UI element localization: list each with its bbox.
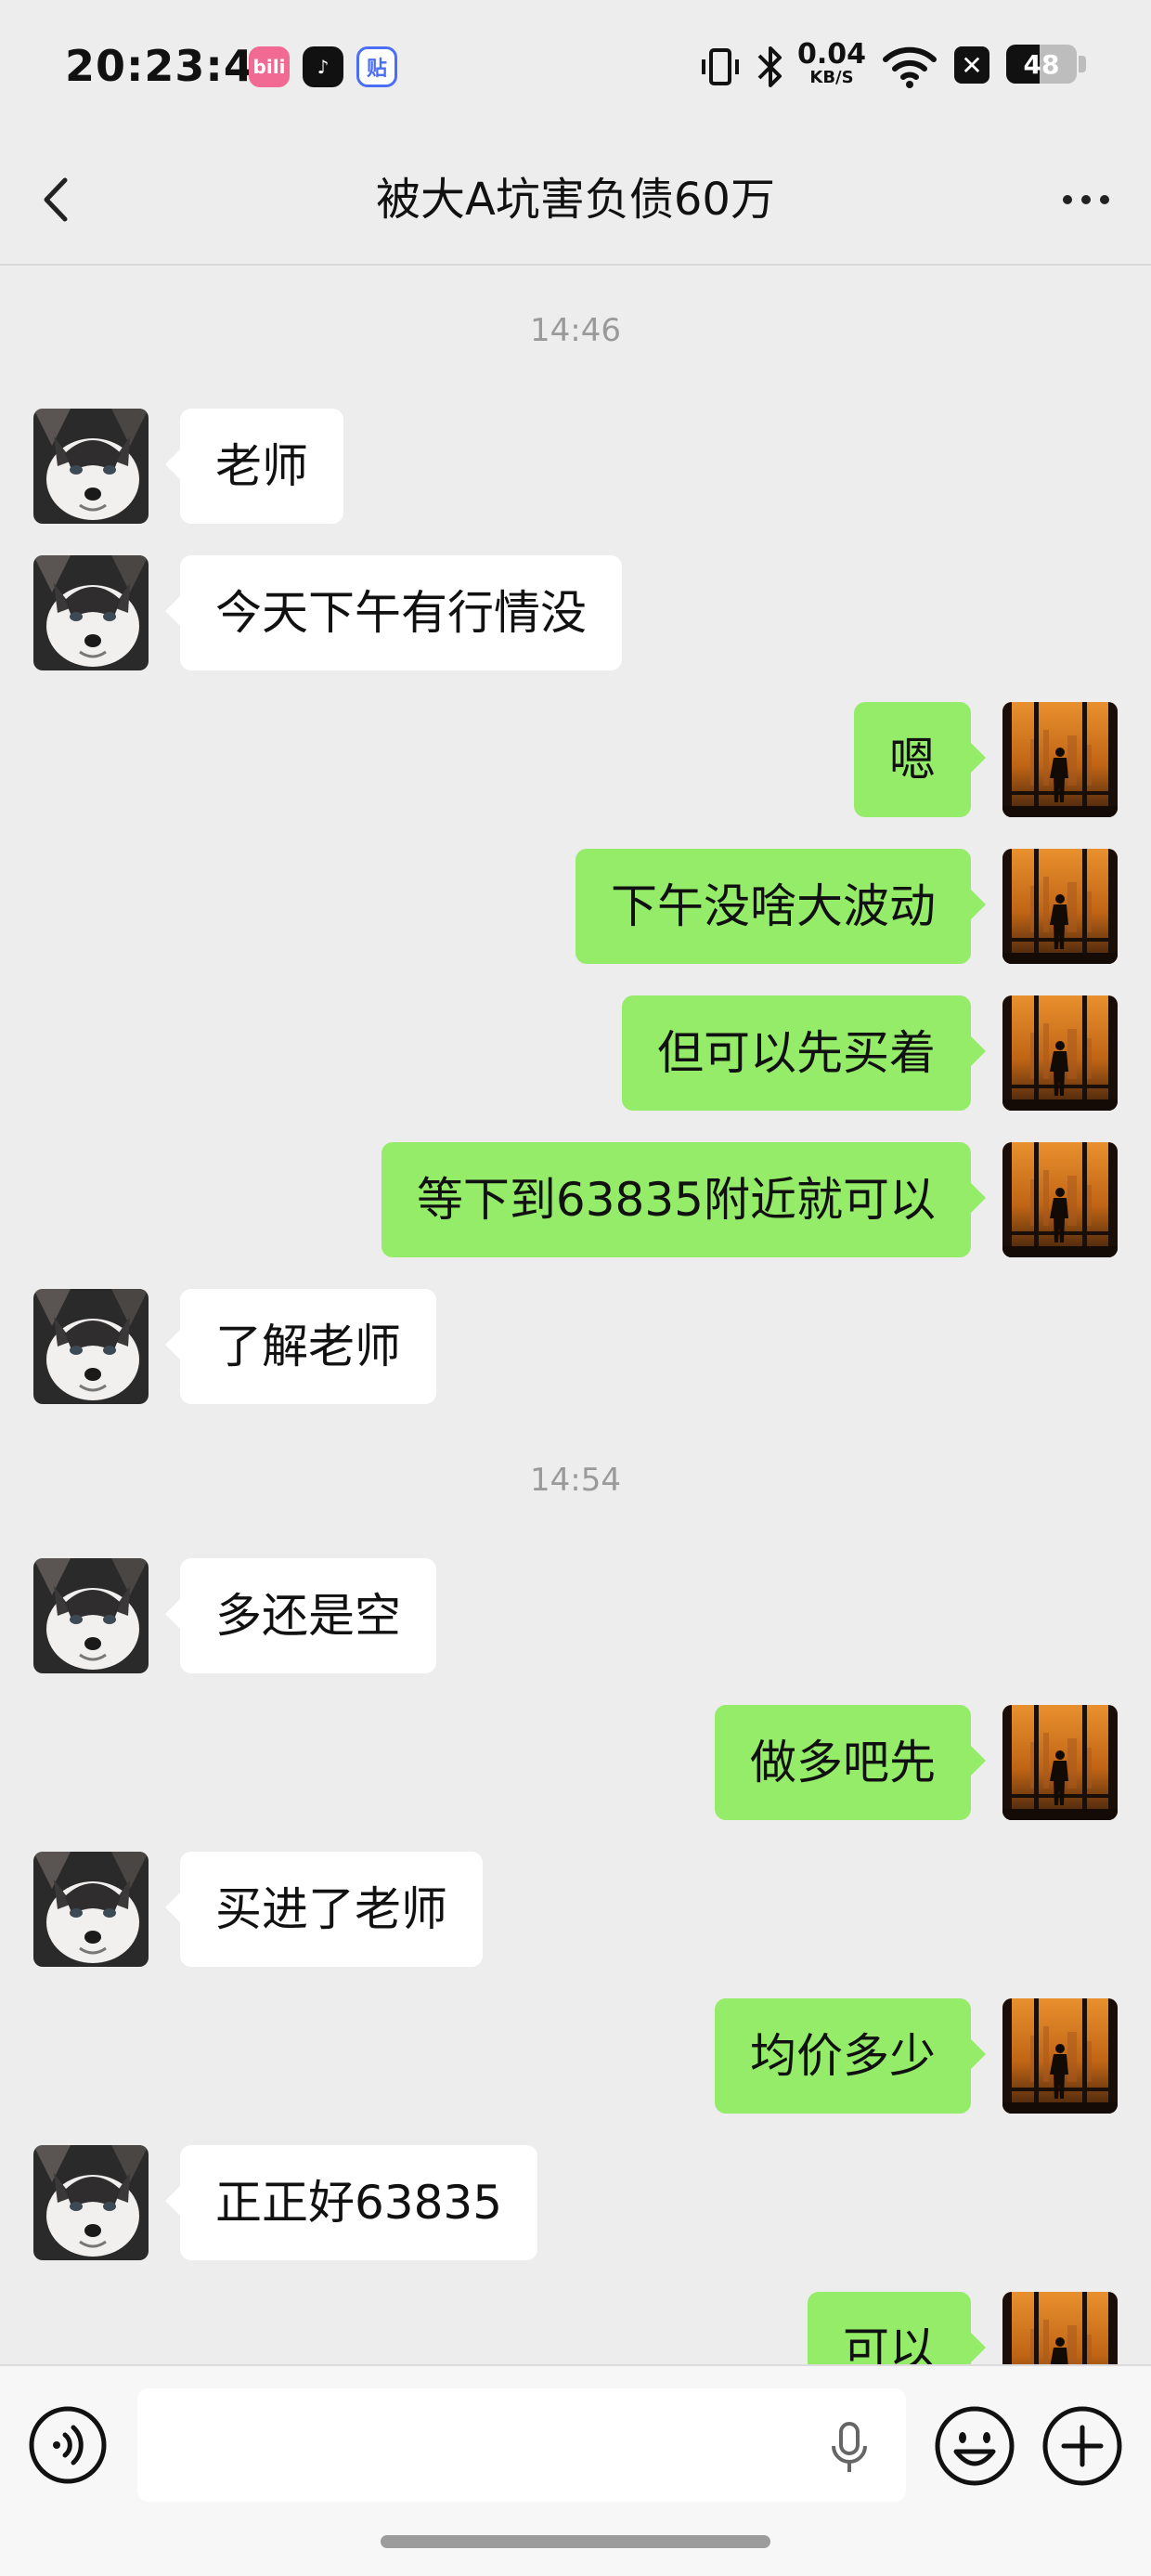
self-avatar[interactable] (1002, 1998, 1118, 2114)
chat-title: 被大A坑害负债60万 (376, 174, 775, 226)
more-dot (1063, 195, 1072, 204)
message-row: 均价多少 (0, 1998, 1151, 2114)
outgoing-message-bubble[interactable]: 做多吧先 (715, 1705, 986, 1820)
message-row: 下午没啥大波动 (0, 849, 1151, 964)
contact-avatar[interactable] (33, 2145, 149, 2260)
message-timestamp: 14:46 (530, 312, 621, 349)
network-speed-unit: KB/S (809, 68, 854, 87)
battery-level: 48 (1023, 48, 1060, 80)
emoji-button[interactable] (934, 2405, 1015, 2487)
incoming-message-bubble[interactable]: 今天下午有行情没 (165, 555, 622, 670)
message-row: 做多吧先 (0, 1705, 1151, 1820)
message-row: 可以 (0, 2292, 1151, 2364)
message-row: 但可以先买着 (0, 995, 1151, 1111)
status-icons: 0.04 KB/S ✕ 48 (687, 41, 1151, 93)
battery-icon: 48 (1006, 45, 1077, 84)
vibrate-icon (702, 48, 739, 85)
chat-header: 被大A坑害负债60万 (0, 139, 1151, 266)
outgoing-message-bubble[interactable]: 下午没啥大波动 (576, 849, 986, 964)
incoming-message-bubble[interactable]: 老师 (165, 409, 343, 524)
microphone-icon[interactable] (824, 2420, 874, 2476)
more-dot (1081, 195, 1091, 204)
close-x-notification-icon: ✕ (954, 46, 989, 84)
network-speed-value: 0.04 (796, 38, 867, 71)
more-dot (1100, 195, 1109, 204)
incoming-message-bubble[interactable]: 多还是空 (165, 1558, 436, 1673)
self-avatar[interactable] (1002, 1142, 1118, 1257)
contact-avatar[interactable] (33, 1852, 149, 1967)
notification-app-icons: bili ♪ 贴 (249, 46, 397, 87)
more-functions-plus-button[interactable] (1041, 2405, 1123, 2487)
contact-avatar[interactable] (33, 1289, 149, 1404)
home-indicator[interactable] (381, 2535, 770, 2548)
outgoing-message-bubble[interactable]: 嗯 (854, 702, 986, 817)
message-text-input[interactable] (137, 2388, 906, 2502)
message-input-bar (0, 2364, 1151, 2576)
message-timestamp: 14:54 (530, 1462, 621, 1499)
message-row: 正正好63835 (0, 2145, 1151, 2260)
contact-avatar[interactable] (33, 409, 149, 524)
incoming-message-bubble[interactable]: 买进了老师 (165, 1852, 483, 1967)
self-avatar[interactable] (1002, 2292, 1118, 2364)
network-speed: 0.04 KB/S (796, 41, 867, 87)
message-row: 嗯 (0, 702, 1151, 817)
voice-input-button[interactable] (28, 2405, 108, 2485)
wifi-icon (883, 46, 937, 88)
outgoing-message-bubble[interactable]: 但可以先买着 (622, 995, 986, 1111)
self-avatar[interactable] (1002, 849, 1118, 964)
contact-avatar[interactable] (33, 1558, 149, 1673)
message-row: 老师 (0, 409, 1151, 524)
bilibili-app-icon: bili (249, 46, 290, 87)
incoming-message-bubble[interactable]: 了解老师 (165, 1289, 436, 1404)
status-bar: 20:23:41 bili ♪ 贴 0.04 KB/S ✕ 48 (0, 0, 1151, 139)
self-avatar[interactable] (1002, 995, 1118, 1111)
incoming-message-bubble[interactable]: 正正好63835 (164, 2145, 538, 2260)
contact-avatar[interactable] (33, 555, 149, 670)
outgoing-message-bubble[interactable]: 等下到63835附近就可以 (381, 1142, 987, 1257)
outgoing-message-bubble[interactable]: 均价多少 (715, 1998, 986, 2114)
tieba-app-icon: 贴 (356, 46, 397, 87)
chat-message-list[interactable]: 14:46 老师 今天下午有行情没 嗯 下午没啥大波动 但可以先买着 等下到63… (0, 266, 1151, 2364)
message-row: 今天下午有行情没 (0, 555, 1151, 670)
tiktok-app-icon: ♪ (303, 46, 343, 87)
message-row: 等下到63835附近就可以 (0, 1142, 1151, 1257)
self-avatar[interactable] (1002, 1705, 1118, 1820)
outgoing-message-bubble[interactable]: 可以 (808, 2292, 986, 2364)
battery-tip (1079, 56, 1086, 72)
message-row: 多还是空 (0, 1558, 1151, 1673)
more-options-button[interactable] (1049, 167, 1123, 232)
bluetooth-icon (757, 46, 782, 87)
message-row: 了解老师 (0, 1289, 1151, 1404)
self-avatar[interactable] (1002, 702, 1118, 817)
message-row: 买进了老师 (0, 1852, 1151, 1967)
